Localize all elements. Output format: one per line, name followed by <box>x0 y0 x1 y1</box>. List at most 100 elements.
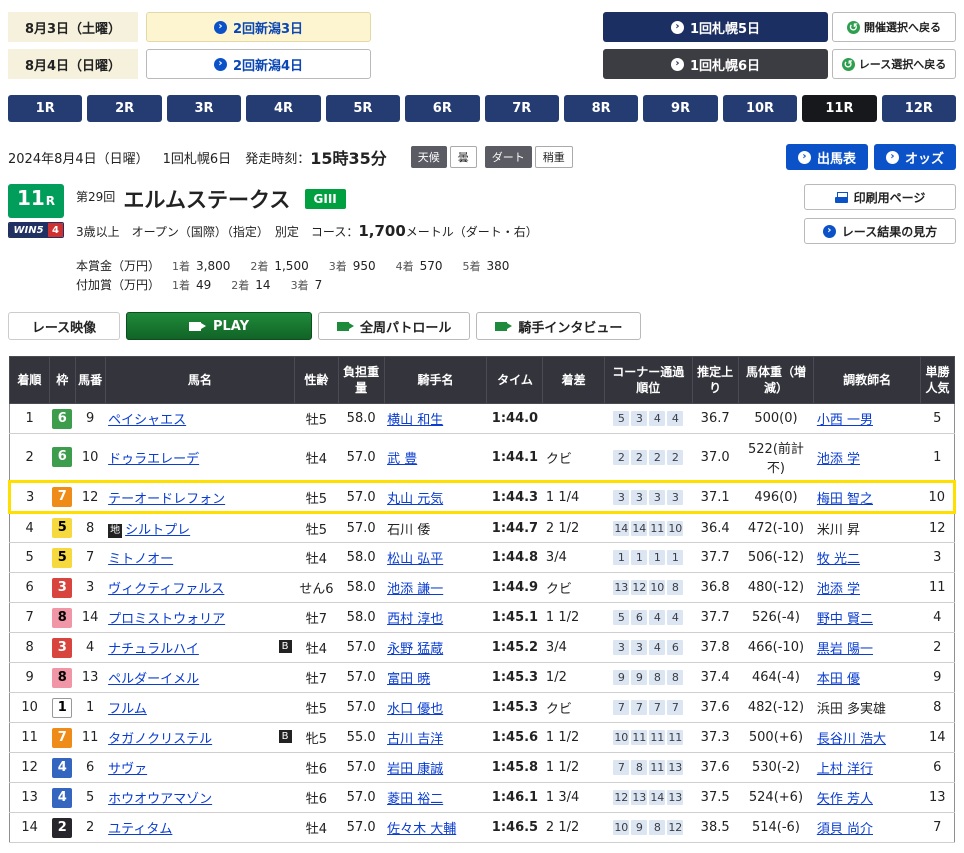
horse-name-link[interactable]: フルム <box>108 702 147 717</box>
corner-position: 6 <box>631 610 647 625</box>
meeting-button-niigata4[interactable]: › 2回新潟4日 <box>146 49 371 79</box>
horse-name-link[interactable]: プロミストウォリア <box>108 612 225 627</box>
horse-name-link[interactable]: ユティタム <box>108 822 172 837</box>
race-tab-8r[interactable]: 8R <box>564 95 638 122</box>
trainer-link[interactable]: 須貝 尚介 <box>817 822 873 837</box>
prize-add: 1着492着143着7 <box>172 277 342 293</box>
horse-weight-cell: 530(-2) <box>738 753 814 783</box>
race-tab-11r[interactable]: 11R <box>802 95 876 122</box>
jockey-cell: 石川 倭 <box>384 513 487 543</box>
horse-name-link[interactable]: サヴァ <box>108 762 147 777</box>
race-tab-4r[interactable]: 4R <box>246 95 320 122</box>
result-row-horse-1: 1011フルム牡557.0水口 優也1:45.3クビ777737.6482(-1… <box>10 693 955 723</box>
print-page-button[interactable]: 印刷用ページ <box>804 184 956 210</box>
horse-name-link[interactable]: ナチュラルハイ <box>108 642 199 657</box>
jockey-link[interactable]: 古川 吉洋 <box>387 732 443 747</box>
back-to-meeting-select-button[interactable]: ↺ 開催選択へ戻る <box>832 12 956 42</box>
horse-name-cell: B ナチュラルハイ <box>105 633 295 663</box>
jockey-interview-button[interactable]: 騎手インタビュー <box>476 312 641 340</box>
jockey-link[interactable]: 横山 和生 <box>387 413 443 428</box>
trainer-link[interactable]: 黒岩 陽一 <box>817 642 873 657</box>
jockey-link[interactable]: 武 豊 <box>387 452 417 467</box>
results-guide-button[interactable]: › レース結果の見方 <box>804 218 956 244</box>
trainer-link[interactable]: 牧 光二 <box>817 552 860 567</box>
margin-cell: 3/4 <box>543 543 604 573</box>
jockey-link[interactable]: 佐々木 大輔 <box>387 822 456 837</box>
horse-name-link[interactable]: ミトノオー <box>108 552 173 567</box>
horse-name-link[interactable]: ペイシャエス <box>108 413 186 428</box>
jockey-link[interactable]: 丸山 元気 <box>387 492 443 507</box>
prize-main-label: 本賞金（万円） <box>76 257 172 274</box>
corner-position: 4 <box>649 640 665 655</box>
trainer-link[interactable]: 長谷川 浩大 <box>817 732 886 747</box>
horse-name-link[interactable]: タガノクリステル <box>108 732 212 747</box>
corner-position: 8 <box>649 670 665 685</box>
horse-number-cell: 12 <box>75 482 105 513</box>
blinkers-badge: B <box>279 730 292 743</box>
jockey-link[interactable]: 菱田 裕二 <box>387 792 443 807</box>
trainer-link[interactable]: 小西 一男 <box>817 413 873 428</box>
odds-button-label: オッズ <box>905 148 944 167</box>
trainer-link[interactable]: 池添 学 <box>817 582 860 597</box>
race-tab-12r[interactable]: 12R <box>882 95 956 122</box>
race-tab-2r[interactable]: 2R <box>87 95 161 122</box>
meeting-button-niigata3[interactable]: › 2回新潟3日 <box>146 12 371 42</box>
result-row-horse-12: 3712テーオードレフォン牡557.0丸山 元気1:44.31 1/433333… <box>10 482 955 513</box>
finish-position-cell: 6 <box>10 573 50 603</box>
last-3f-cell: 37.1 <box>692 482 738 513</box>
trainer-link[interactable]: 本田 優 <box>817 672 860 687</box>
race-tab-6r[interactable]: 6R <box>405 95 479 122</box>
column-header-horse-name: 馬名 <box>105 357 295 404</box>
horse-name-link[interactable]: ペルダーイメル <box>108 672 199 687</box>
race-tab-3r[interactable]: 3R <box>167 95 241 122</box>
race-tab-5r[interactable]: 5R <box>326 95 400 122</box>
trainer-cell: 小西 一男 <box>814 404 921 434</box>
patrol-video-button[interactable]: 全周パトロール <box>318 312 470 340</box>
horse-name-link[interactable]: テーオードレフォン <box>108 492 225 507</box>
race-tab-10r[interactable]: 10R <box>723 95 797 122</box>
jockey-link[interactable]: 富田 暁 <box>387 672 430 687</box>
weight-carried-cell: 58.0 <box>338 573 384 603</box>
trainer-link[interactable]: 野中 賢二 <box>817 612 873 627</box>
race-tab-7r[interactable]: 7R <box>485 95 559 122</box>
horse-name-link[interactable]: シルトプレ <box>125 523 190 538</box>
trainer-link[interactable]: 梅田 智之 <box>817 492 873 507</box>
horse-name-link[interactable]: ドゥラエレーデ <box>108 452 199 467</box>
blinkers-badge: B <box>279 640 292 653</box>
trainer-link[interactable]: 上村 洋行 <box>817 762 873 777</box>
horse-weight-cell: 526(-4) <box>738 603 814 633</box>
meeting-button-sapporo6-selected[interactable]: › 1回札幌6日 <box>603 49 828 79</box>
race-tab-9r[interactable]: 9R <box>643 95 717 122</box>
trainer-link[interactable]: 池添 学 <box>817 452 860 467</box>
sex-age-cell: 牡4 <box>295 813 339 843</box>
corner-positions-cell: 1111 <box>604 543 692 573</box>
jockey-link[interactable]: 水口 優也 <box>387 702 443 717</box>
race-tab-1r[interactable]: 1R <box>8 95 82 122</box>
jockey-link[interactable]: 永野 猛蔵 <box>387 642 443 657</box>
margin-cell <box>543 404 604 434</box>
back-to-race-select-button[interactable]: ↺ レース選択へ戻る <box>832 49 956 79</box>
horse-name-link[interactable]: ヴィクティファルス <box>108 582 224 597</box>
horse-name-cell: サヴァ <box>105 753 295 783</box>
meeting-button-sapporo5[interactable]: › 1回札幌5日 <box>603 12 828 42</box>
prize-place: 3着 <box>329 260 347 273</box>
arrow-icon: › <box>671 21 684 34</box>
last-3f-cell: 38.5 <box>692 813 738 843</box>
results-header-row: 着順枠馬番馬名性齢負担重量騎手名タイム着差コーナー通過順位推定上り馬体重（増減）… <box>10 357 955 404</box>
jockey-link[interactable]: 岩田 康誠 <box>387 762 443 777</box>
race-conditions: 3歳以上 オープン（国際）（指定） 別定 コース：1,700メートル（ダート・右… <box>76 222 538 240</box>
play-video-button[interactable]: PLAY <box>126 312 312 340</box>
entries-button[interactable]: › 出馬表 <box>786 144 868 170</box>
horse-number-cell: 10 <box>75 434 105 482</box>
trainer-link[interactable]: 矢作 芳人 <box>817 792 873 807</box>
frame-badge: 7 <box>52 487 72 507</box>
jockey-link[interactable]: 西村 淳也 <box>387 612 443 627</box>
corner-position: 2 <box>613 450 629 465</box>
odds-button[interactable]: › オッズ <box>874 144 956 170</box>
horse-name-link[interactable]: ホウオウアマゾン <box>108 792 212 807</box>
finish-position-cell: 3 <box>10 482 50 513</box>
jockey-link[interactable]: 松山 弘平 <box>387 552 443 567</box>
frame-cell: 6 <box>49 404 75 434</box>
jockey-link[interactable]: 池添 謙一 <box>387 582 443 597</box>
corner-position: 11 <box>667 730 683 745</box>
